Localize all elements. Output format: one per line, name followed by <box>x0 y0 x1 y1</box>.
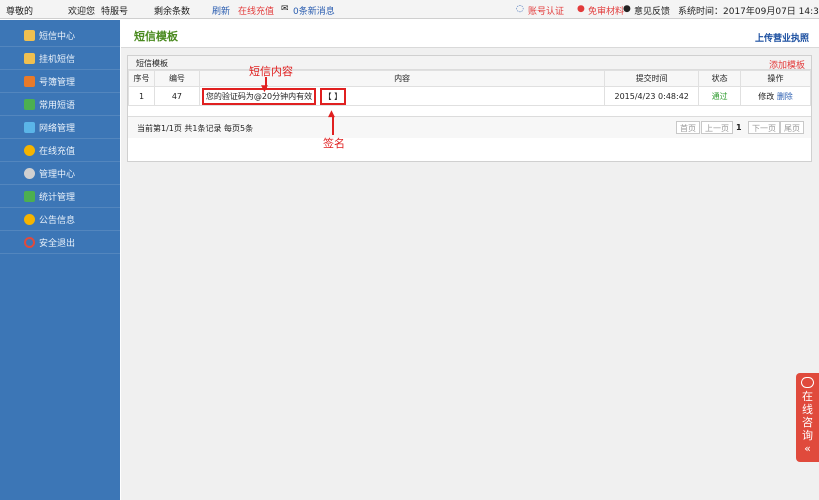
sidebar-item-statistics[interactable]: 统计管理 <box>0 185 120 208</box>
edit-link[interactable]: 修改 <box>758 92 774 101</box>
users-icon <box>24 144 35 156</box>
sidebar-item-management[interactable]: 管理中心 <box>0 162 120 185</box>
column-header-index: 序号 <box>128 70 155 87</box>
signature-arrow-head: ▲ <box>328 109 335 119</box>
last-page-button[interactable]: 尾页 <box>780 121 804 134</box>
sidebar-item-hangup-sms[interactable]: 挂机短信 <box>0 47 120 70</box>
collapse-icon[interactable]: « <box>796 442 819 455</box>
next-page-button[interactable]: 下一页 <box>748 121 780 134</box>
sidebar-item-phonebook[interactable]: 号簿管理 <box>0 70 120 93</box>
phonebook-icon <box>24 75 35 87</box>
content-arrow-head: ▼ <box>261 84 268 94</box>
chat-icon: ◌ <box>516 4 524 14</box>
remaining-count-label: 剩余条数 <box>154 7 191 17</box>
sidebar-item-label: 统计管理 <box>39 192 76 203</box>
page-title: 短信模板 <box>134 30 178 43</box>
feedback-link[interactable]: 意见反馈 <box>634 4 670 17</box>
main-content: 短信模板 上传营业执照 短信模板 添加模板 序号 编号 内容 提交时间 状态 操… <box>121 20 819 500</box>
current-page: 1 <box>736 123 742 132</box>
power-icon <box>24 236 35 248</box>
delete-link[interactable]: 删除 <box>777 92 793 101</box>
pagination-bar: 当前第1/1页 共1条记录 每页5条 首页 上一页 1 下一页 尾页 <box>128 116 811 138</box>
sidebar-item-label: 在线充值 <box>39 146 76 157</box>
first-page-button[interactable]: 首页 <box>676 121 700 134</box>
sidebar-item-announcements[interactable]: 公告信息 <box>0 208 120 231</box>
hangup-sms-icon <box>24 52 35 64</box>
account-cert-link[interactable]: 账号认证 <box>528 4 564 17</box>
sidebar-item-label: 网络管理 <box>39 123 76 134</box>
row-status: 通过 <box>698 86 742 106</box>
gear-icon <box>24 167 35 179</box>
sidebar-item-label: 常用短语 <box>39 100 76 111</box>
column-header-id: 编号 <box>153 70 200 87</box>
bar-chart-icon <box>24 190 35 202</box>
online-consult-widget[interactable]: 在 线 咨 询 « <box>796 373 819 462</box>
prev-page-button[interactable]: 上一页 <box>701 121 733 134</box>
row-time: 2015/4/23 0:48:42 <box>604 86 700 106</box>
sidebar-item-phrases[interactable]: 常用短语 <box>0 93 120 116</box>
top-bar: 尊敬的 欢迎您 特服号 剩余条数 刷新 在线充值 ✉ 0条新消息 ◌ 账号认证 … <box>0 0 819 19</box>
consult-char: 在 <box>802 390 813 403</box>
system-time: 系统时间：2017年09月07日 14:33:59 <box>678 7 819 17</box>
signature-arrow-line <box>332 117 334 135</box>
sidebar-item-label: 号簿管理 <box>39 77 76 88</box>
greeting-text: 尊敬的 <box>6 7 34 17</box>
table-row: 1 47 您的验证码为@20分钟内有效 【 】 2015/4/23 0:48:4… <box>128 86 811 106</box>
chat-bubble-icon <box>801 377 814 388</box>
sidebar-item-label: 管理中心 <box>39 169 76 180</box>
sidebar-item-label: 短信中心 <box>39 31 76 42</box>
shield-icon: ● <box>577 4 585 14</box>
sidebar-item-label: 公告信息 <box>39 215 76 226</box>
page-header: 短信模板 上传营业执照 <box>121 20 819 48</box>
row-index: 1 <box>128 86 155 106</box>
panel-label: 短信模板 <box>136 59 168 68</box>
sidebar-item-sms-center[interactable]: 短信中心 <box>0 24 120 47</box>
row-actions: 修改 删除 <box>740 86 811 106</box>
sidebar-item-logout[interactable]: 安全退出 <box>0 231 120 254</box>
help-icon <box>24 213 35 225</box>
qq-icon: ● <box>623 4 631 14</box>
free-review-link[interactable]: 免审材料 <box>588 4 624 17</box>
monitor-icon <box>24 121 35 133</box>
sms-center-icon <box>24 29 35 41</box>
row-id: 47 <box>153 86 200 106</box>
sidebar-item-label: 挂机短信 <box>39 54 76 65</box>
consult-char: 线 <box>802 403 813 416</box>
column-header-time: 提交时间 <box>604 70 700 87</box>
sidebar-item-label: 安全退出 <box>39 238 76 249</box>
recharge-link[interactable]: 在线充值 <box>238 4 274 17</box>
panel-header: 短信模板 添加模板 <box>128 56 811 71</box>
consult-char: 咨 <box>802 416 813 429</box>
column-header-status: 状态 <box>698 70 742 87</box>
signature-highlight: 【 】 <box>319 87 347 105</box>
consult-char: 询 <box>802 429 813 442</box>
content-highlight: 您的验证码为@20分钟内有效 <box>201 87 317 105</box>
template-table: 序号 编号 内容 提交时间 状态 操作 1 47 您的验证码为@20分钟内有效 … <box>128 70 811 106</box>
content-annotation-label: 短信内容 <box>249 65 293 78</box>
pagination-summary: 当前第1/1页 共1条记录 每页5条 <box>137 124 254 133</box>
new-messages-link[interactable]: 0条新消息 <box>293 4 335 17</box>
refresh-link[interactable]: 刷新 <box>212 4 230 17</box>
sidebar: 短信中心 挂机短信 号簿管理 常用短语 网络管理 在线充值 管理中心 统计管理 … <box>0 20 120 500</box>
table-header-row: 序号 编号 内容 提交时间 状态 操作 <box>128 70 811 87</box>
column-header-actions: 操作 <box>740 70 811 87</box>
upload-license-link[interactable]: 上传营业执照 <box>755 31 809 44</box>
signature-annotation-label: 签名 <box>323 137 345 150</box>
sidebar-item-network[interactable]: 网络管理 <box>0 116 120 139</box>
sidebar-item-recharge[interactable]: 在线充值 <box>0 139 120 162</box>
mail-icon: ✉ <box>281 4 289 14</box>
welcome-text: 欢迎您 <box>68 7 96 17</box>
phrase-icon <box>24 98 35 110</box>
special-number-label: 特服号 <box>101 7 129 17</box>
template-panel: 短信模板 添加模板 序号 编号 内容 提交时间 状态 操作 1 47 您的验证码… <box>127 55 812 162</box>
